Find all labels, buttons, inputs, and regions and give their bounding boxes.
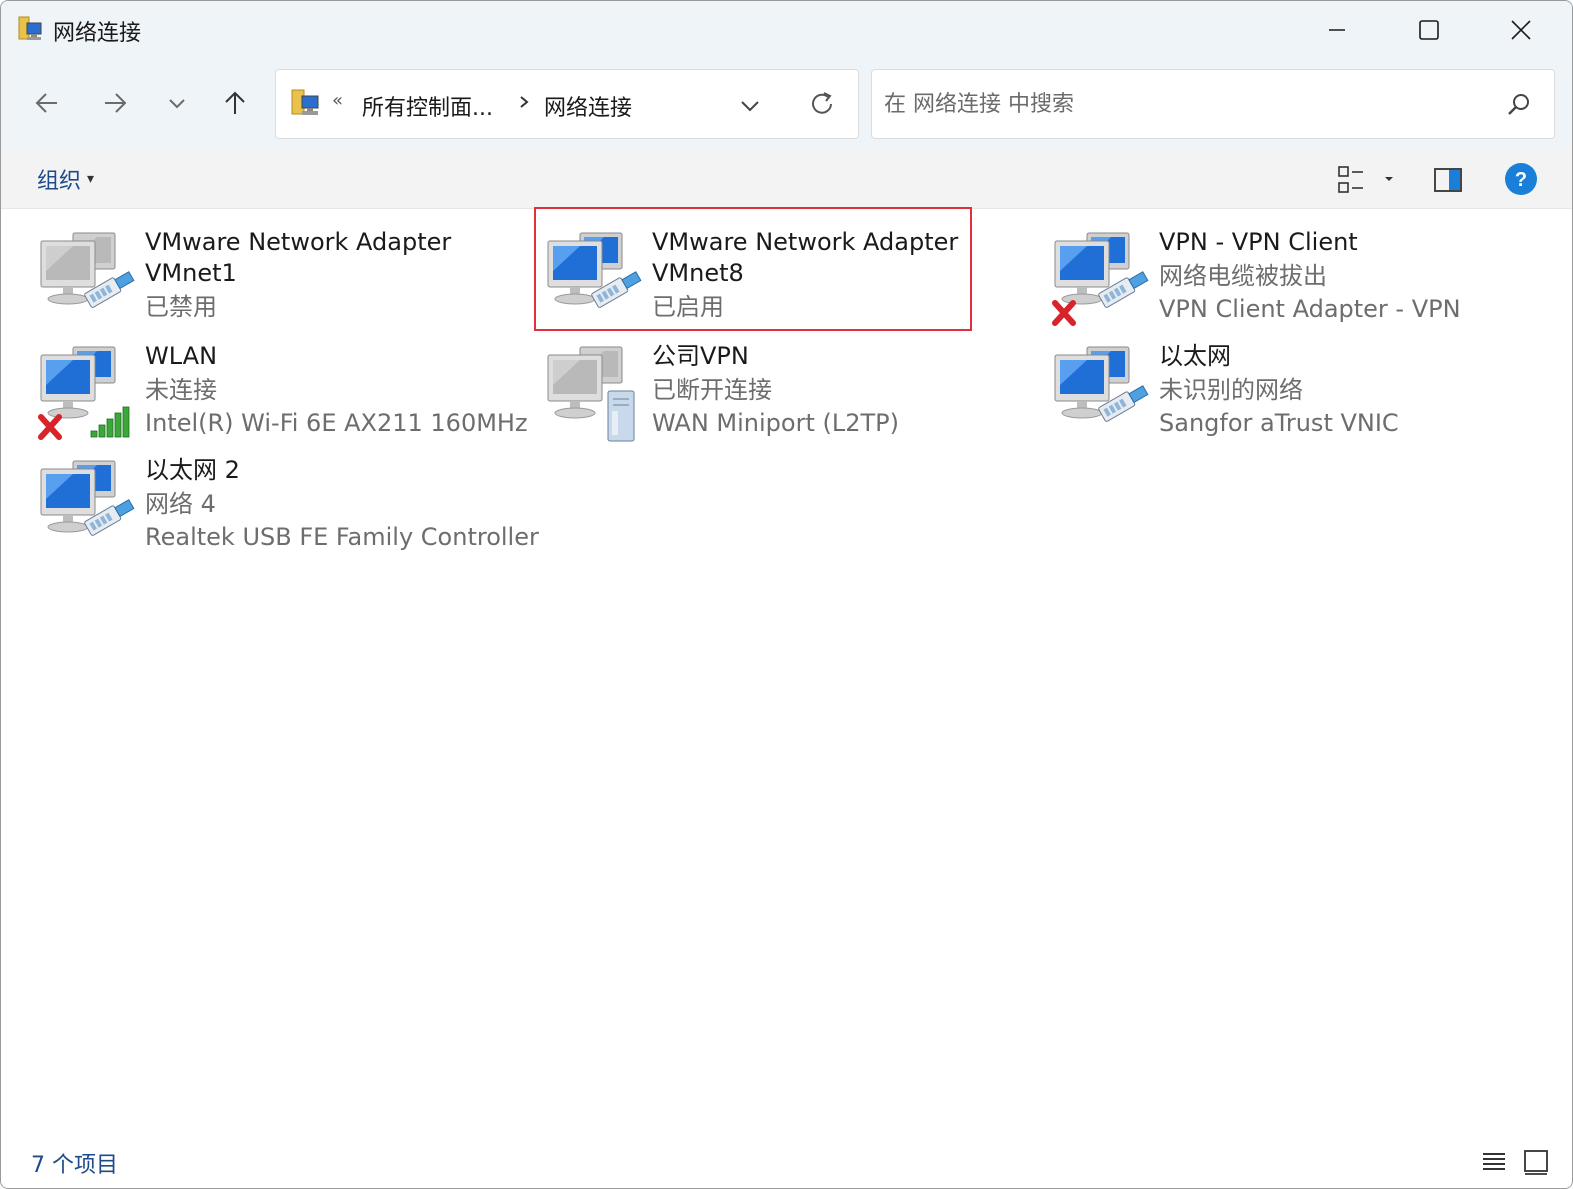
preview-pane-button[interactable] <box>1431 163 1465 197</box>
breadcrumb-separator-icon[interactable] <box>516 92 532 112</box>
view-options-icon <box>1338 166 1363 193</box>
connection-status: 未连接 <box>145 376 217 404</box>
connection-status: 已断开连接 <box>652 376 772 404</box>
connection-name: VPN - VPN Client <box>1159 228 1358 256</box>
title-bar: 网络连接 <box>1 1 1572 59</box>
control-panel-icon <box>290 88 324 120</box>
ethernet-adapter-icon <box>1051 345 1151 445</box>
connection-device: WAN Miniport (L2TP) <box>652 409 899 437</box>
breadcrumb-network-connections[interactable]: 网络连接 <box>544 90 632 122</box>
connection-status: 已禁用 <box>145 293 217 321</box>
refresh-icon <box>812 92 832 114</box>
connection-device: Sangfor aTrust VNIC <box>1159 409 1399 437</box>
details-view-button[interactable] <box>1479 1147 1509 1177</box>
address-bar[interactable]: « 所有控制面... 网络连接 <box>275 69 859 139</box>
connection-name: WLAN <box>145 342 218 370</box>
connection-item[interactable]: 以太网 2 网络 4 Realtek USB FE Family Controlle… <box>37 455 539 567</box>
minimize-button[interactable] <box>1291 1 1383 59</box>
chevron-down-icon <box>741 101 759 112</box>
large-icons-view-icon <box>1524 1150 1548 1175</box>
recent-locations-button[interactable] <box>155 81 199 125</box>
connection-device: Realtek USB FE Family Controller <box>145 523 539 551</box>
search-box[interactable] <box>871 69 1555 139</box>
connection-item[interactable]: VMware Network Adapter VMnet1 已禁用 <box>37 227 537 339</box>
svg-text:?: ? <box>1515 169 1527 191</box>
back-button[interactable] <box>25 81 69 125</box>
help-button[interactable]: ? <box>1503 161 1539 197</box>
maximize-button[interactable] <box>1383 1 1475 59</box>
connection-device: VPN Client Adapter - VPN <box>1159 295 1461 323</box>
connection-item[interactable]: VPN - VPN Client 网络电缆被拔出 VPN Client Adapte… <box>1051 227 1551 339</box>
connection-status: 网络电缆被拔出 <box>1159 262 1327 290</box>
view-options-dropdown[interactable] <box>1381 171 1397 187</box>
breadcrumb-control-panel[interactable]: 所有控制面... <box>362 90 493 122</box>
search-icon[interactable] <box>1504 90 1534 120</box>
window-title: 网络连接 <box>53 21 142 46</box>
ethernet-adapter-icon <box>37 459 137 559</box>
status-bar: 7 个项目 <box>1 1135 1572 1188</box>
dropdown-arrow-icon: ▾ <box>87 171 95 187</box>
wifi-disconnected-icon <box>37 345 137 445</box>
address-collapsed-indicator[interactable]: « <box>332 90 343 111</box>
up-button[interactable] <box>213 81 257 125</box>
organize-menu-button[interactable]: 组织 ▾ <box>37 163 94 195</box>
connection-item[interactable]: 以太网未识别的网络 Sangfor aTrust VNIC <box>1051 341 1551 453</box>
minimize-icon <box>1329 29 1345 31</box>
connection-item[interactable]: WLAN 未连接 Intel(R) Wi-Fi 6E AX211 160MHz <box>37 341 537 453</box>
connection-name: 公司VPN <box>652 342 749 370</box>
dropdown-arrow-icon <box>1385 177 1393 181</box>
details-view-icon <box>1483 1153 1505 1170</box>
connection-status: 网络 4 <box>145 490 216 518</box>
item-count: 7 个项目 <box>31 1153 118 1178</box>
chevron-down-icon <box>169 99 185 109</box>
connection-name: 以太网 2 <box>145 456 240 484</box>
large-icons-view-button[interactable] <box>1521 1147 1551 1177</box>
refresh-button[interactable] <box>806 88 838 120</box>
close-icon <box>1511 20 1531 40</box>
change-view-button[interactable] <box>1335 163 1369 197</box>
forward-button[interactable] <box>93 81 137 125</box>
network-connections-window: 网络连接 « 所有控制面... 网络连接 在 网络连接 中搜索 组织 ▾ ? V… <box>0 0 1573 1189</box>
connection-name: VMware Network Adapter VMnet1 <box>145 228 452 287</box>
connection-name: 以太网 <box>1159 342 1231 370</box>
maximize-icon <box>1419 20 1439 40</box>
arrow-left-icon <box>35 93 57 113</box>
navigation-bar: « 所有控制面... 网络连接 <box>1 59 1572 149</box>
arrow-right-icon <box>105 93 127 113</box>
address-history-dropdown[interactable] <box>736 92 764 120</box>
vpn-disconnected-icon <box>544 345 644 445</box>
network-adapter-disabled-icon <box>37 231 137 331</box>
close-button[interactable] <box>1475 1 1567 59</box>
help-icon: ? <box>1505 163 1537 195</box>
connection-status: 未识别的网络 <box>1159 376 1303 404</box>
network-connections-app-icon <box>17 15 47 45</box>
arrow-up-icon <box>225 91 245 114</box>
selection-highlight <box>534 207 972 331</box>
search-input[interactable] <box>884 86 1484 122</box>
connections-list: VMware Network Adapter VMnet1 已禁用 VMware N… <box>1 207 1572 1129</box>
connection-device: Intel(R) Wi-Fi 6E AX211 160MHz <box>145 409 528 437</box>
preview-pane-icon <box>1434 168 1462 192</box>
network-adapter-unplugged-icon <box>1051 231 1151 331</box>
organize-label: 组织 <box>37 169 82 194</box>
command-bar: 组织 ▾ ? <box>1 149 1572 209</box>
connection-item[interactable]: 公司VPN 已断开连接 WAN Miniport (L2TP) <box>544 341 1044 453</box>
